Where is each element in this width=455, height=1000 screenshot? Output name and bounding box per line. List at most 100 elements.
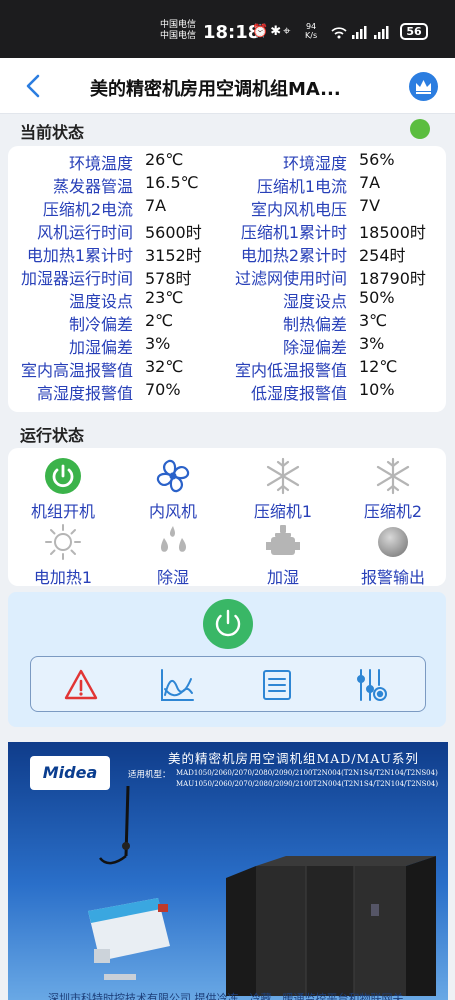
param-label: 压缩机2电流 [42,200,133,219]
param-value: 10% [359,380,395,399]
param-value: 578时 [145,269,192,288]
param-label: 蒸发器管温 [52,177,133,196]
nav-bar: 美的精密机房用空调机组MA... [0,58,455,114]
run-item-heater-1: 电加热1 [8,522,118,588]
param-value: 3% [359,334,385,353]
run-item-alarm-output: 报警输出 [338,522,448,588]
param-value: 3152时 [145,246,202,265]
warning-icon [64,669,98,700]
fan-icon [156,459,190,493]
control-panel [8,592,446,727]
page-title: 美的精密机房用空调机组MA... [90,79,341,100]
param-value: 3% [145,334,171,353]
param-value: 254时 [359,246,406,265]
run-item-indoor-fan: 内风机 [118,456,228,522]
banner-models-label: 适用机型： [128,770,171,780]
param-row: 蒸发器管温 16.5℃ 压缩机1电流 7A [8,173,446,196]
param-value: 7A [145,196,167,215]
status-icons: ⏰✱⌖ [252,24,292,39]
param-row: 环境温度 26℃ 环境湿度 56% [8,150,446,173]
param-value: 3℃ [359,311,388,330]
param-value: 2℃ [145,311,174,330]
crown-icon [416,80,431,94]
tool-bar [30,656,426,712]
param-label: 风机运行时间 [36,223,133,242]
param-value: 26℃ [145,150,184,169]
param-value: 12℃ [359,357,398,376]
param-value: 32℃ [145,357,184,376]
carrier-1: 中国电信 [160,20,197,30]
banner-title: 美的精密机房用空调机组MAD/MAU系列 [168,751,419,766]
param-label: 过滤网使用时间 [234,269,347,288]
list-icon [263,670,291,700]
param-value: 7A [359,173,381,192]
midea-logo: Midea [30,756,110,790]
product-banner[interactable]: Midea 美的精密机房用空调机组MAD/MAU系列 适用机型： MAD1050… [8,742,448,1000]
alarm-history-button[interactable] [63,667,99,703]
online-status-indicator [410,119,430,139]
gateway-device-image [88,786,170,980]
run-item-label: 压缩机2 [363,502,423,521]
param-row: 高湿度报警值 70% 低湿度报警值 10% [8,380,446,403]
run-item-label: 除湿 [156,568,189,587]
param-label: 除湿偏差 [282,338,347,357]
wifi-icon [331,27,347,35]
signal-icons [331,26,389,39]
param-label: 湿度设点 [282,292,347,311]
run-item-unit-on: 机组开机 [8,456,118,522]
param-row: 风机运行时间 5600时 压缩机1累计时 18500时 [8,219,446,242]
power-icon [45,458,81,494]
sliders-icon [357,669,387,701]
parameters-card: 环境温度 26℃ 环境湿度 56% 蒸发器管温 16.5℃ 压缩机1电流 7A 压缩机2电流 7A… [8,146,446,412]
param-value: 23℃ [145,288,184,307]
param-row: 加湿偏差 3% 除湿偏差 3% [8,334,446,357]
run-status-card: 机组开机 内风机 压缩机1 压缩机2 电加热1 除湿 加湿 报警输出 [8,448,448,588]
param-label: 环境温度 [68,154,133,173]
humidifier-icon [266,525,300,555]
param-row: 温度设点 23℃ 湿度设点 50% [8,288,446,311]
run-item-label: 电加热1 [33,568,93,587]
param-label: 电加热2累计时 [240,246,347,265]
param-label: 加湿偏差 [68,338,133,357]
snowflake-icon [376,457,410,495]
alarm-ball-icon [378,527,408,557]
run-item-compressor-1: 压缩机1 [228,456,338,522]
param-value: 50% [359,288,395,307]
system-status-bar: 中国电信 中国电信 18:18 ⏰✱⌖ 94 K/s 56 [0,0,455,58]
param-label: 高湿度报警值 [36,384,133,403]
run-item-humidify: 加湿 [228,522,338,588]
param-label: 室内高温报警值 [20,361,133,380]
param-value: 16.5℃ [145,173,199,192]
param-value: 5600时 [145,223,202,242]
param-label: 制热偏差 [282,315,347,334]
power-toggle-button[interactable] [203,599,253,649]
back-button[interactable] [22,73,46,99]
param-label: 温度设点 [68,292,133,311]
location-icon: ⌖ [283,24,293,39]
param-label: 电加热1累计时 [26,246,133,265]
snowflake-icon [266,457,300,495]
param-label: 制冷偏差 [68,315,133,334]
trend-chart-button[interactable] [159,667,195,703]
param-row: 室内高温报警值 32℃ 室内低温报警值 12℃ [8,357,446,380]
run-status-title: 运行状态 [20,426,85,445]
param-row: 制冷偏差 2℃ 制热偏差 3℃ [8,311,446,334]
param-row: 电加热1累计时 3152时 电加热2累计时 254时 [8,242,446,265]
param-value: 70% [145,380,181,399]
banner-footer: 深圳市科特时控技术有限公司 提供冷冻、冷藏、暖通监控平台和物联网关 [48,992,404,1000]
settings-sliders-button[interactable] [353,667,389,703]
sun-icon [45,524,81,560]
trend-chart-icon [161,669,194,701]
param-label: 加湿器运行时间 [20,269,133,288]
param-value: 18500时 [359,223,426,242]
records-list-button[interactable] [259,667,295,703]
param-label: 低湿度报警值 [250,384,347,403]
current-status-title: 当前状态 [20,123,85,142]
banner-product-image [88,786,436,996]
run-item-label: 内风机 [148,502,197,521]
vip-button[interactable] [409,72,438,101]
param-row: 加湿器运行时间 578时 过滤网使用时间 18790时 [8,265,446,288]
carrier-2: 中国电信 [160,31,197,41]
chevron-left-icon [26,74,40,98]
run-item-compressor-2: 压缩机2 [338,456,448,522]
